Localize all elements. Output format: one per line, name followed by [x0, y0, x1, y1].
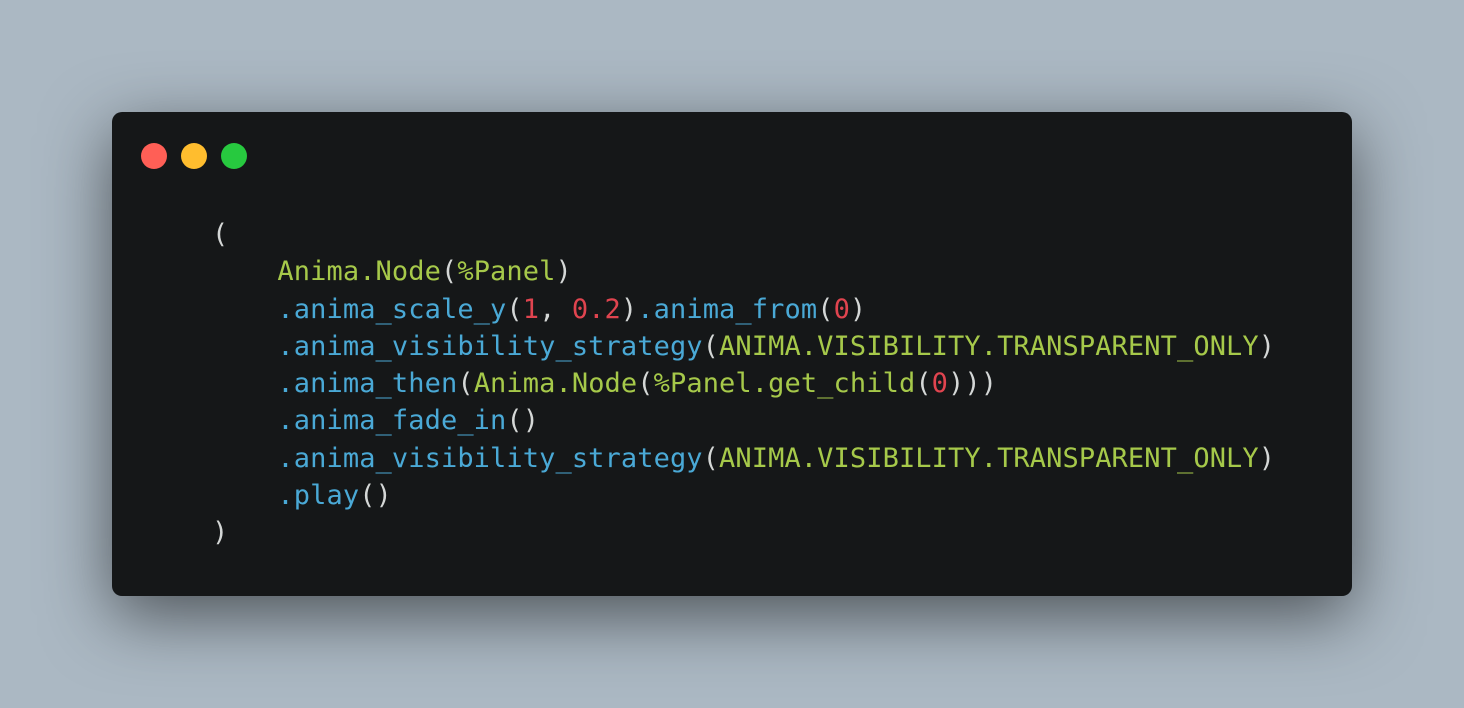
- code-token: ): [555, 256, 572, 288]
- code-block: ( Anima.Node(%Panel) .anima_scale_y(1, 0…: [212, 216, 1275, 552]
- code-line: (: [212, 216, 1275, 253]
- code-token: (: [457, 368, 474, 400]
- code-token: (: [440, 256, 458, 288]
- code-window: ( Anima.Node(%Panel) .anima_scale_y(1, 0…: [112, 112, 1352, 596]
- code-token: (: [506, 293, 523, 325]
- code-token: ): [849, 293, 867, 325]
- window-controls: [141, 143, 247, 169]
- code-token: (: [915, 368, 932, 400]
- code-token: %Panel.get_child: [653, 368, 916, 400]
- minimize-button[interactable]: [181, 143, 207, 169]
- code-token: ): [1258, 330, 1276, 362]
- code-line: ): [212, 514, 1275, 551]
- code-token: .anima_visibility_strategy: [277, 442, 703, 474]
- code-token: ,: [539, 293, 572, 325]
- code-token: (): [359, 480, 392, 512]
- code-token: .anima_visibility_strategy: [277, 330, 703, 362]
- code-token: .anima_fade_in: [277, 405, 507, 437]
- code-line: Anima.Node(%Panel): [212, 253, 1275, 290]
- code-line: .anima_scale_y(1, 0.2).anima_from(0): [212, 291, 1275, 328]
- code-token: 0.2: [571, 293, 621, 325]
- maximize-button[interactable]: [221, 143, 247, 169]
- code-line: .play(): [212, 477, 1275, 514]
- code-token: ANIMA.VISIBILITY.TRANSPARENT_ONLY: [719, 442, 1259, 474]
- code-token: (: [817, 293, 834, 325]
- code-token: %Panel: [457, 256, 556, 288]
- code-token: (): [506, 405, 540, 437]
- code-token: ): [1258, 442, 1276, 474]
- code-token: .play: [277, 480, 360, 512]
- code-token: .anima_scale_y: [277, 293, 507, 325]
- code-token: (: [637, 368, 654, 400]
- code-line: .anima_then(Anima.Node(%Panel.get_child(…: [212, 365, 1275, 402]
- code-token: Anima.Node: [277, 256, 441, 288]
- code-token: ): [212, 517, 229, 549]
- code-token: 0: [931, 368, 949, 400]
- code-token: 0: [833, 293, 850, 325]
- code-line: .anima_visibility_strategy(ANIMA.VISIBIL…: [212, 328, 1275, 365]
- code-token: (: [212, 219, 229, 250]
- code-token: ANIMA.VISIBILITY.TRANSPARENT_ONLY: [719, 330, 1259, 362]
- code-token: .anima_then: [277, 368, 458, 400]
- code-token: ))): [948, 368, 998, 400]
- code-token: ): [620, 293, 638, 325]
- code-line: .anima_fade_in(): [212, 402, 1275, 439]
- code-token: (: [702, 442, 720, 474]
- close-button[interactable]: [141, 143, 167, 169]
- code-line: .anima_visibility_strategy(ANIMA.VISIBIL…: [212, 440, 1275, 477]
- code-token: Anima.Node: [473, 368, 638, 400]
- code-token: 1: [522, 293, 540, 325]
- code-token: (: [702, 330, 720, 362]
- code-token: .anima_from: [637, 293, 818, 325]
